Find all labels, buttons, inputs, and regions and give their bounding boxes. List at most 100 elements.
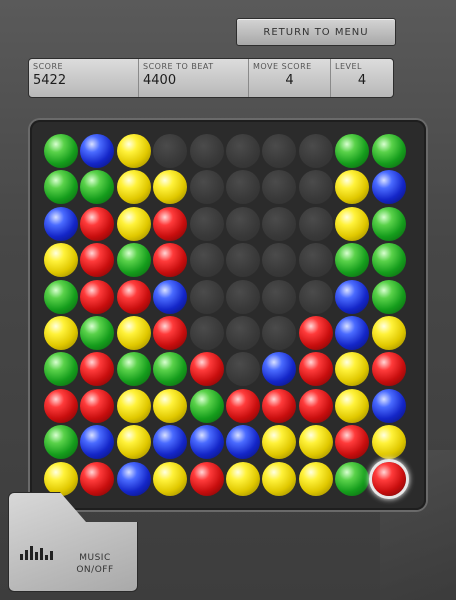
green-ball[interactable] [80,170,115,205]
blue-ball[interactable] [335,279,370,314]
yellow-ball[interactable] [116,388,151,423]
green-ball[interactable] [371,206,406,241]
green-ball[interactable] [44,134,78,168]
yellow-ball[interactable] [262,461,297,496]
green-ball[interactable] [189,388,224,423]
yellow-ball[interactable] [262,425,297,460]
score-to-beat-cell: SCORE TO BEAT 4400 [139,59,249,97]
equalizer-icon [20,546,58,560]
green-ball[interactable] [44,425,78,460]
blue-ball[interactable] [116,461,151,496]
move-score-cell: MOVE SCORE 4 [249,59,331,97]
red-ball[interactable] [44,388,78,423]
blue-ball[interactable] [371,388,406,423]
yellow-ball[interactable] [116,206,151,241]
empty-slot [262,170,297,205]
yellow-ball[interactable] [44,316,78,350]
level-label: LEVEL [335,62,362,71]
red-ball[interactable] [262,388,297,423]
blue-ball[interactable] [189,425,224,460]
empty-slot [226,134,260,168]
green-ball[interactable] [116,243,151,278]
red-ball[interactable] [371,352,406,387]
yellow-ball[interactable] [116,170,151,205]
red-ball[interactable] [371,461,406,496]
green-ball[interactable] [153,352,188,387]
blue-ball[interactable] [371,170,406,205]
score-value: 5422 [33,73,67,88]
red-ball[interactable] [153,243,188,278]
score-to-beat-label: SCORE TO BEAT [143,62,214,71]
yellow-ball[interactable] [335,170,370,205]
blue-ball[interactable] [80,425,115,460]
red-ball[interactable] [80,461,115,496]
empty-slot [226,243,260,278]
level-value: 4 [357,73,367,88]
empty-slot [226,352,260,387]
blue-ball[interactable] [80,134,115,168]
red-ball[interactable] [189,352,224,387]
blue-ball[interactable] [44,206,78,241]
yellow-ball[interactable] [335,388,370,423]
red-ball[interactable] [153,316,188,350]
green-ball[interactable] [44,352,78,387]
yellow-ball[interactable] [335,206,370,241]
yellow-ball[interactable] [371,316,406,350]
yellow-ball[interactable] [335,352,370,387]
red-ball[interactable] [153,206,188,241]
green-ball[interactable] [44,170,78,205]
yellow-ball[interactable] [153,170,188,205]
green-ball[interactable] [371,279,406,314]
empty-slot [298,279,333,314]
green-ball[interactable] [44,279,78,314]
green-ball[interactable] [116,352,151,387]
green-ball[interactable] [371,134,406,168]
red-ball[interactable] [80,388,115,423]
yellow-ball[interactable] [298,425,333,460]
red-ball[interactable] [80,243,115,278]
red-ball[interactable] [335,425,370,460]
empty-slot [226,170,260,205]
blue-ball[interactable] [153,425,188,460]
yellow-ball[interactable] [298,461,333,496]
blue-ball[interactable] [153,279,188,314]
empty-slot [189,170,224,205]
yellow-ball[interactable] [226,461,260,496]
red-ball[interactable] [298,352,333,387]
yellow-ball[interactable] [116,316,151,350]
blue-ball[interactable] [335,316,370,350]
empty-slot [298,206,333,241]
game-board[interactable] [44,134,416,496]
empty-slot [262,206,297,241]
move-score-label: MOVE SCORE [253,62,312,71]
empty-slot [298,170,333,205]
red-ball[interactable] [80,206,115,241]
empty-slot [298,134,333,168]
blue-ball[interactable] [226,425,260,460]
return-to-menu-button[interactable]: RETURN TO MENU [236,18,396,46]
green-ball[interactable] [335,461,370,496]
yellow-ball[interactable] [116,134,151,168]
empty-slot [189,243,224,278]
red-ball[interactable] [189,461,224,496]
yellow-ball[interactable] [44,243,78,278]
yellow-ball[interactable] [153,388,188,423]
empty-slot [226,316,260,350]
yellow-ball[interactable] [153,461,188,496]
red-ball[interactable] [298,388,333,423]
blue-ball[interactable] [262,352,297,387]
green-ball[interactable] [371,243,406,278]
green-ball[interactable] [335,243,370,278]
red-ball[interactable] [80,279,115,314]
yellow-ball[interactable] [116,425,151,460]
empty-slot [298,243,333,278]
green-ball[interactable] [80,316,115,350]
empty-slot [189,279,224,314]
red-ball[interactable] [80,352,115,387]
red-ball[interactable] [226,388,260,423]
green-ball[interactable] [335,134,370,168]
red-ball[interactable] [116,279,151,314]
red-ball[interactable] [298,316,333,350]
yellow-ball[interactable] [44,461,78,496]
yellow-ball[interactable] [371,425,406,460]
